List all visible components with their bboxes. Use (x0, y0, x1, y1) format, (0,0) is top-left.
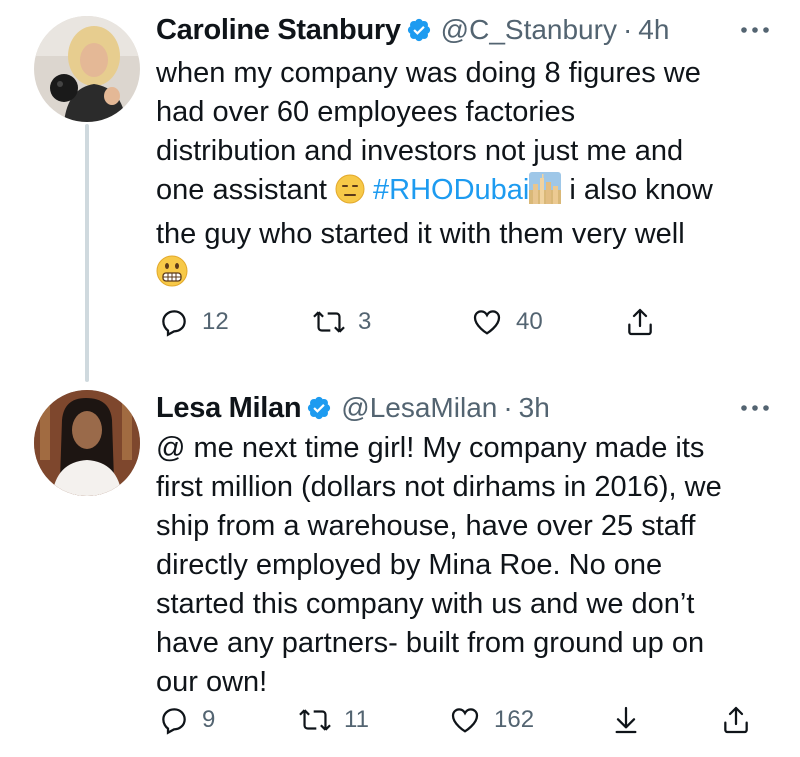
user-handle[interactable]: @C_Stanbury (441, 14, 617, 46)
separator-dot: · (503, 392, 513, 423)
download-arrow-icon (615, 706, 637, 734)
tweet-header: Lesa Milan @LesaMilan · 3h (156, 390, 770, 426)
tweet-text-line: first million (dollars not dirhams in 20… (156, 471, 722, 503)
reply-button[interactable]: 9 (158, 702, 215, 738)
timestamp[interactable]: 3h (519, 392, 550, 424)
reply-count: 9 (202, 706, 216, 733)
avatar[interactable] (34, 16, 140, 122)
display-name[interactable]: Lesa Milan (156, 392, 302, 425)
avatar[interactable] (34, 390, 140, 496)
share-icon (724, 706, 748, 734)
like-count: 162 (494, 706, 535, 733)
download-button[interactable] (610, 702, 642, 738)
more-options-icon[interactable] (740, 390, 770, 426)
reply-icon (162, 310, 186, 337)
tweet-text-segment: one assistant (156, 174, 327, 206)
retweet-count: 11 (344, 706, 369, 733)
retweet-button[interactable]: 3 (312, 304, 371, 340)
heart-icon (473, 310, 501, 335)
tweet-text-line: had over 60 employees factories (156, 96, 576, 128)
display-name[interactable]: Caroline Stanbury (156, 14, 401, 47)
tweet-text-line: distribution and investors not just me a… (156, 135, 684, 167)
retweet-icon (313, 311, 345, 333)
tweet-text-segment: i also know (569, 174, 713, 206)
tweet-actions: 12 3 40 (150, 304, 760, 340)
tweet-text-line: our own! (156, 666, 268, 698)
heart-icon (451, 708, 479, 733)
retweet-count: 3 (358, 308, 372, 335)
more-options-icon[interactable] (740, 12, 770, 48)
share-icon (628, 308, 652, 336)
verified-badge-icon (406, 17, 432, 43)
like-button[interactable]: 40 (470, 304, 543, 340)
retweet-icon (299, 709, 331, 731)
tweet-text: when my company was doing 8 figures we h… (156, 54, 772, 298)
avatar-photo-lesa (34, 390, 140, 496)
tweet-text: @ me next time girl! My company made its… (156, 429, 772, 702)
share-button[interactable] (720, 702, 752, 738)
like-count: 40 (516, 308, 543, 335)
timestamp[interactable]: 4h (638, 14, 669, 46)
tweet-caroline-stanbury[interactable]: Caroline Stanbury @C_Stanbury · 4h when … (0, 0, 800, 382)
tweet-text-line: when my company was doing 8 figures we (156, 57, 701, 89)
tweet-text-line: started this company with us and we don’… (156, 588, 695, 620)
user-handle[interactable]: @LesaMilan (341, 392, 497, 424)
hashtag-link[interactable]: #RHODubai (373, 174, 529, 206)
retweet-button[interactable]: 11 (298, 702, 369, 738)
expressionless-face-emoji-icon (335, 174, 365, 215)
reply-button[interactable]: 12 (158, 304, 229, 340)
tweet-text-line: one assistant #RHODubai i also know (156, 171, 772, 215)
share-button[interactable] (624, 304, 656, 340)
avatar-photo-caroline (34, 16, 140, 122)
reply-count: 12 (202, 308, 229, 335)
tweet-text-line: the guy who started it with them very we… (156, 218, 685, 250)
grimacing-face-emoji-icon (156, 255, 188, 298)
tweet-header: Caroline Stanbury @C_Stanbury · 4h (156, 12, 770, 48)
tweet-text-line: directly employed by Mina Roe. No one (156, 549, 663, 581)
tweet-lesa-milan[interactable]: Lesa Milan @LesaMilan · 3h @ me next tim… (0, 382, 800, 757)
tweet-actions: 9 11 162 (150, 702, 760, 738)
like-button[interactable]: 162 (448, 702, 534, 738)
tweet-text-line: ship from a warehouse, have over 25 staf… (156, 510, 696, 542)
verified-badge-icon (306, 395, 332, 421)
separator-dot: · (622, 14, 633, 45)
cityscape-emoji-icon (529, 172, 562, 215)
reply-icon (162, 708, 186, 735)
tweet-text-line: have any partners- built from ground up … (156, 627, 705, 659)
tweet-text-line: @ me next time girl! My company made its (156, 432, 705, 464)
tweet-text-line (156, 254, 772, 298)
